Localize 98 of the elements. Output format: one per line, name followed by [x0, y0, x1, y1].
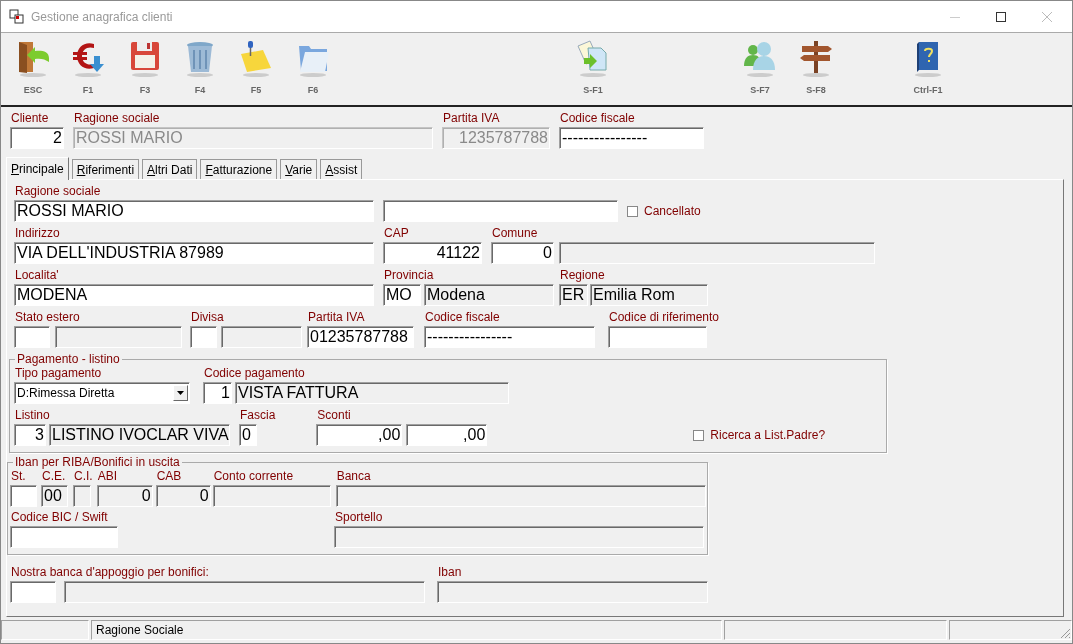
group-title: Pagamento - listino: [16, 352, 121, 366]
input-field[interactable]: [64, 581, 425, 603]
field-label: Indirizzo: [15, 226, 61, 242]
field-label: Conto corrente: [213, 469, 295, 485]
tab[interactable]: Altri Dati: [142, 159, 198, 179]
field-label: Sportello: [335, 510, 384, 526]
tab[interactable]: Principale: [6, 157, 69, 180]
input-field[interactable]: 1: [203, 382, 232, 404]
input-field[interactable]: [437, 581, 708, 603]
input-field[interactable]: [335, 485, 706, 507]
field-label: St.: [11, 469, 27, 485]
field-label: Codice di riferimento: [609, 310, 720, 326]
input-field[interactable]: Emilia Rom: [590, 284, 708, 306]
field-label: Comune: [492, 226, 539, 242]
field-label: Partita IVA: [443, 111, 501, 127]
input-field[interactable]: Modena: [424, 284, 554, 306]
input-field[interactable]: 2: [10, 127, 64, 149]
tab[interactable]: Riferimenti: [71, 159, 140, 179]
checkbox[interactable]: Ricerca a List.Padre?: [693, 428, 826, 442]
input-field[interactable]: 0: [155, 485, 211, 507]
input-field[interactable]: [10, 526, 118, 548]
field-label: Nostra banca d'appoggio per bonifici:: [11, 565, 210, 581]
input-field[interactable]: [55, 326, 182, 348]
checkbox[interactable]: Cancellato: [627, 204, 701, 218]
toolbar-button[interactable]: Ctrl-F1: [908, 38, 948, 95]
input-field[interactable]: ,00: [316, 424, 403, 446]
caret-icon: [177, 391, 184, 395]
input-field[interactable]: [559, 242, 875, 264]
input-field[interactable]: [212, 485, 331, 507]
input-field[interactable]: VIA DELL'INDUSTRIA 87989: [14, 242, 374, 264]
input-field[interactable]: [14, 326, 50, 348]
tab[interactable]: Fatturazione: [200, 159, 278, 179]
toolbar-button[interactable]: F3: [125, 38, 165, 95]
toolbar-button[interactable]: S-F8: [796, 38, 836, 95]
group-title: Iban per RIBA/Bonifici in uscita: [14, 455, 181, 469]
input-field[interactable]: ER: [559, 284, 588, 306]
input-field[interactable]: [73, 485, 91, 507]
input-field[interactable]: 41122: [383, 242, 482, 264]
input-field[interactable]: MO: [383, 284, 421, 306]
tab[interactable]: Varie: [280, 159, 318, 179]
input-field[interactable]: MODENA: [14, 284, 374, 306]
field-label: Iban: [438, 565, 463, 581]
input-field[interactable]: VISTA FATTURA: [235, 382, 509, 404]
field-label: Sconti: [317, 408, 352, 424]
toolbar-button[interactable]: F5: [236, 38, 276, 95]
toolbar-button[interactable]: ESC: [13, 38, 53, 95]
input-field[interactable]: [383, 200, 618, 222]
toolbar-button[interactable]: S-F7: [740, 38, 780, 95]
input-field[interactable]: [334, 526, 704, 548]
input-field[interactable]: [221, 326, 302, 348]
toolbar-button[interactable]: S-F1: [573, 38, 613, 95]
field-label: Codice BIC / Swift: [11, 510, 109, 526]
status-text: Ragione Sociale: [91, 620, 722, 640]
input-field[interactable]: ----------------: [559, 127, 704, 149]
field-label: Codice pagamento: [204, 366, 306, 382]
field-label: CAB: [156, 469, 183, 485]
field-label: Provincia: [384, 268, 435, 284]
app-icon: [9, 8, 25, 25]
field-label: Codice fiscale: [560, 111, 636, 127]
input-field[interactable]: ROSSI MARIO: [14, 200, 374, 222]
input-field[interactable]: ----------------: [424, 326, 595, 348]
field-label: Partita IVA: [308, 310, 366, 326]
field-label: Divisa: [191, 310, 225, 326]
input-field[interactable]: 00: [41, 485, 68, 507]
input-field[interactable]: LISTINO IVOCLAR VIVA: [49, 424, 230, 446]
input-field[interactable]: [10, 581, 56, 603]
field-label: C.I.: [74, 469, 93, 485]
field-label: Regione: [560, 268, 606, 284]
input-field[interactable]: ,00: [406, 424, 488, 446]
field-label: Cliente: [11, 111, 50, 127]
field-label: Ragione sociale: [15, 184, 102, 200]
field-label: Codice fiscale: [425, 310, 501, 326]
toolbar-button[interactable]: F6: [293, 38, 333, 95]
input-field[interactable]: 0: [96, 485, 153, 507]
tab[interactable]: Assist: [320, 159, 363, 179]
pinned-note-icon: [238, 38, 274, 78]
field-label: Stato estero: [15, 310, 81, 326]
toolbar-button[interactable]: F1: [68, 38, 108, 95]
signpost-icon: [798, 38, 834, 78]
input-field[interactable]: [608, 326, 707, 348]
field-label: Tipo pagamento: [15, 366, 103, 382]
field-label: C.E.: [42, 469, 67, 485]
input-field[interactable]: [190, 326, 217, 348]
input-field[interactable]: 3: [14, 424, 46, 446]
toolbar-button[interactable]: F4: [180, 38, 220, 95]
input-field[interactable]: 01235787788: [307, 326, 414, 348]
window-title: Gestione anagrafica clienti: [31, 9, 174, 24]
field-label: CAP: [384, 226, 410, 242]
field-label: Listino: [15, 408, 51, 424]
field-label: Localita': [15, 268, 60, 284]
input-field[interactable]: 0: [239, 424, 257, 446]
input-field[interactable]: 0: [491, 242, 554, 264]
field-label: Ragione sociale: [74, 111, 161, 127]
dropdown[interactable]: D:Rimessa Diretta: [14, 382, 190, 404]
input-field[interactable]: [10, 485, 37, 507]
field-label: Fascia: [240, 408, 276, 424]
field-label: ABI: [97, 469, 118, 485]
field-label: Banca: [336, 469, 372, 485]
